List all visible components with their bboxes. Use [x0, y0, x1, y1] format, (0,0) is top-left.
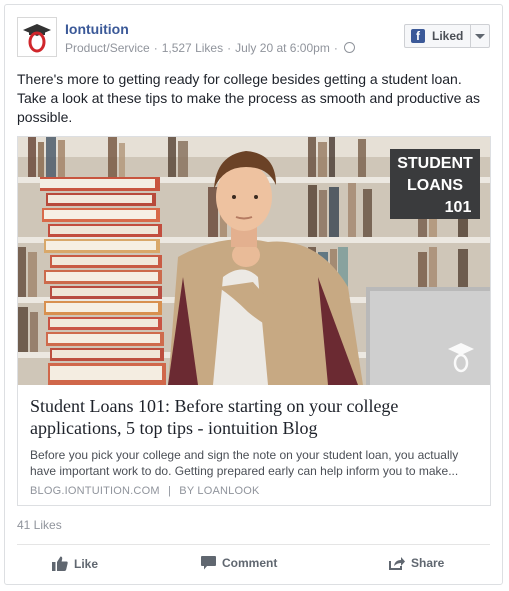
link-author[interactable]: BY LOANLOOK	[179, 485, 259, 497]
liked-dropdown[interactable]	[471, 33, 489, 39]
chevron-down-icon	[475, 33, 485, 39]
graduation-cap-logo-icon	[23, 24, 51, 53]
action-divider	[17, 544, 490, 545]
share-button[interactable]: Share	[389, 556, 444, 570]
overlay-line-1: STUDENT	[397, 155, 473, 172]
link-description: Before you pick your college and sign th…	[30, 448, 459, 478]
page-likes-count[interactable]: 1,527 Likes	[162, 41, 223, 55]
share-label: Share	[411, 556, 445, 570]
liked-label: Liked	[432, 29, 464, 43]
student-photo: STUDENT LOANS 101	[18, 137, 490, 385]
facebook-icon: f	[411, 29, 425, 43]
page-category: Product/Service	[65, 41, 150, 55]
overlay-line-2: LOANS	[407, 177, 463, 194]
thumbs-up-icon	[52, 556, 68, 571]
link-attachment[interactable]: STUDENT LOANS 101 Student Loans 101: Bef…	[17, 136, 491, 506]
like-label: Like	[74, 556, 99, 571]
liked-button[interactable]: f Liked	[404, 24, 490, 48]
post-text: There's more to getting ready for colleg…	[17, 71, 481, 125]
globe-icon[interactable]	[343, 42, 355, 53]
like-button[interactable]: Like	[52, 556, 98, 571]
link-domain[interactable]: BLOG.IONTUITION.COM	[30, 485, 160, 497]
comment-icon	[201, 556, 216, 570]
post-card: Iontuition Product/Service · 1,527 Likes · J…	[4, 4, 503, 585]
comment-label: Comment	[222, 556, 278, 570]
post-meta: Product/Service · 1,527 Likes · July 20 at 6…	[65, 41, 355, 55]
page-avatar[interactable]	[17, 17, 57, 57]
overlay-line-3: 101	[445, 199, 472, 216]
liked-button-main[interactable]: f Liked	[405, 25, 471, 47]
comment-button[interactable]: Comment	[201, 556, 277, 570]
link-title[interactable]: Student Loans 101: Before starting on yo…	[30, 395, 480, 439]
post-timestamp[interactable]: July 20 at 6:00pm	[235, 41, 330, 55]
page-name[interactable]: Iontuition	[65, 21, 129, 37]
link-image[interactable]: STUDENT LOANS 101	[18, 137, 490, 385]
link-source: BLOG.IONTUITION.COM | BY LOANLOOK	[30, 485, 260, 497]
share-icon	[389, 557, 405, 570]
post-likes-count[interactable]: 41 Likes	[17, 518, 62, 532]
